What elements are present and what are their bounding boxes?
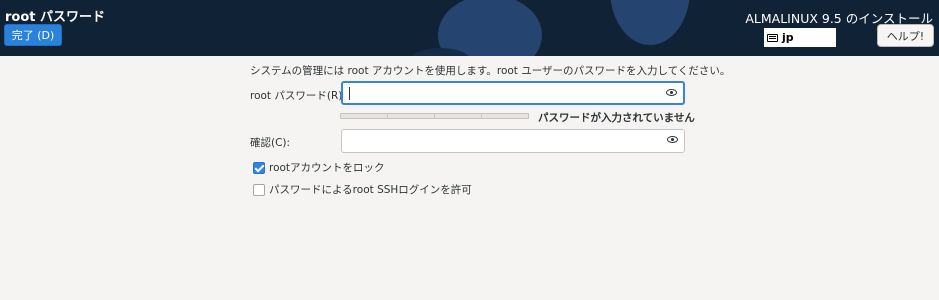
eye-icon[interactable] xyxy=(667,136,678,143)
page-title: root パスワード xyxy=(5,10,106,25)
done-button[interactable]: 完了 (D) xyxy=(4,24,62,46)
password-label: root パスワード(R): xyxy=(250,90,346,102)
help-button[interactable]: ヘルプ! xyxy=(877,24,934,47)
password-strength-text: パスワードが入力されていません xyxy=(538,112,695,124)
lock-root-checkbox-row[interactable]: rootアカウントをロック xyxy=(253,160,385,175)
eye-icon[interactable] xyxy=(666,89,677,96)
ssh-login-checkbox-row[interactable]: パスワードによるroot SSHログインを許可 xyxy=(253,182,472,197)
confirm-password-field[interactable] xyxy=(341,129,685,153)
lock-root-label: rootアカウントをロック xyxy=(269,162,385,174)
keyboard-layout-label: jp xyxy=(782,31,794,44)
keyboard-icon xyxy=(767,33,778,42)
confirm-label: 確認(C): xyxy=(250,137,291,149)
password-strength-bar xyxy=(340,113,529,119)
header-bar: root パスワード 完了 (D) ALMALINUX 9.5 のインストール … xyxy=(0,0,939,56)
text-caret xyxy=(349,87,350,100)
keyboard-layout-indicator[interactable]: jp xyxy=(764,28,836,47)
password-field[interactable] xyxy=(341,81,685,105)
intro-text: システムの管理には root アカウントを使用します。root ユーザーのパスワ… xyxy=(250,65,731,77)
lock-root-checkbox[interactable] xyxy=(253,161,265,174)
ssh-login-label: パスワードによるroot SSHログインを許可 xyxy=(269,184,472,196)
ssh-login-checkbox[interactable] xyxy=(253,183,265,196)
